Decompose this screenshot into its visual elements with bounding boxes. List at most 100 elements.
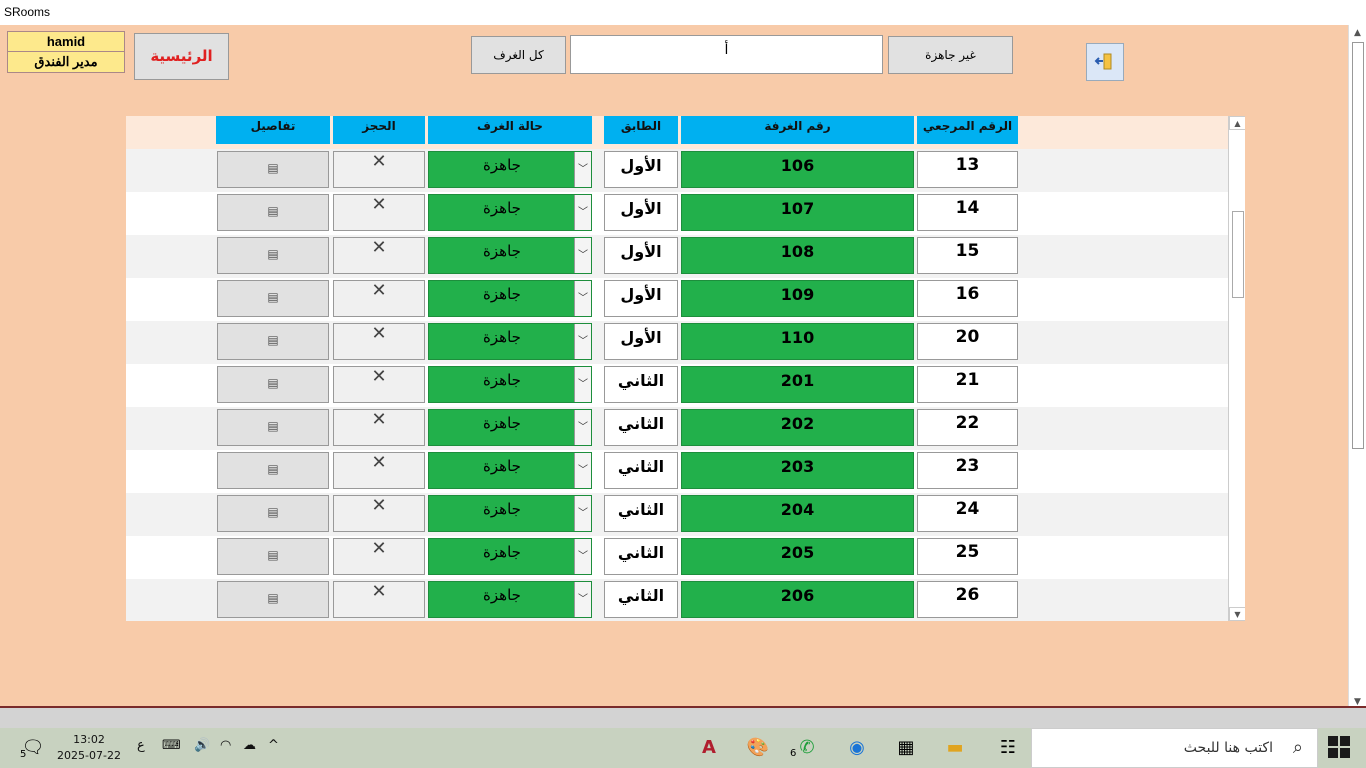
booking-button[interactable]: ✕ — [333, 538, 425, 575]
ref-cell[interactable]: 22 — [917, 409, 1018, 446]
chevron-up-icon[interactable]: ^ — [268, 738, 279, 753]
floor-cell[interactable]: الثاني — [604, 366, 678, 403]
room-number-cell[interactable]: 108 — [681, 237, 914, 274]
booking-button[interactable]: ✕ — [333, 495, 425, 532]
details-button[interactable]: ▤ — [217, 366, 329, 403]
scroll-down-icon[interactable]: ▼ — [1229, 607, 1245, 621]
whatsapp-app-icon[interactable]: ✆ — [792, 733, 822, 763]
room-number-cell[interactable]: 110 — [681, 323, 914, 360]
floor-cell[interactable]: الأول — [604, 237, 678, 274]
home-button[interactable]: الرئيسية — [134, 33, 229, 80]
chevron-down-icon[interactable]: ﹀ — [574, 539, 591, 574]
booking-button[interactable]: ✕ — [333, 323, 425, 360]
access-app-icon[interactable]: A — [694, 733, 724, 763]
language-indicator[interactable]: ع — [137, 738, 145, 753]
calculator-app-icon[interactable]: ▦ — [891, 733, 921, 763]
floor-cell[interactable]: الأول — [604, 323, 678, 360]
details-button[interactable]: ▤ — [217, 280, 329, 317]
status-dropdown[interactable]: جاهزة ﹀ — [428, 366, 592, 403]
floor-cell[interactable]: الثاني — [604, 538, 678, 575]
all-rooms-button[interactable]: كل الغرف — [471, 36, 566, 74]
form-scroll-up-icon[interactable]: ▲ — [1349, 25, 1366, 41]
room-number-cell[interactable]: 206 — [681, 581, 914, 618]
ref-cell[interactable]: 15 — [917, 237, 1018, 274]
room-number-cell[interactable]: 204 — [681, 495, 914, 532]
status-dropdown[interactable]: جاهزة ﹀ — [428, 409, 592, 446]
ref-cell[interactable]: 16 — [917, 280, 1018, 317]
ref-cell[interactable]: 14 — [917, 194, 1018, 231]
scroll-up-icon[interactable]: ▲ — [1229, 116, 1245, 130]
chevron-down-icon[interactable]: ﹀ — [574, 281, 591, 316]
keyboard-icon[interactable]: ⌨ — [162, 738, 181, 753]
chevron-down-icon[interactable]: ﹀ — [574, 152, 591, 187]
chevron-down-icon[interactable]: ﹀ — [574, 453, 591, 488]
ref-cell[interactable]: 23 — [917, 452, 1018, 489]
chevron-down-icon[interactable]: ﹀ — [574, 324, 591, 359]
status-dropdown[interactable]: جاهزة ﹀ — [428, 538, 592, 575]
paint-app-icon[interactable]: 🎨 — [743, 733, 773, 763]
status-dropdown[interactable]: جاهزة ﹀ — [428, 151, 592, 188]
status-dropdown[interactable]: جاهزة ﹀ — [428, 237, 592, 274]
floor-cell[interactable]: الأول — [604, 280, 678, 317]
room-number-cell[interactable]: 205 — [681, 538, 914, 575]
chevron-down-icon[interactable]: ﹀ — [574, 195, 591, 230]
details-button[interactable]: ▤ — [217, 194, 329, 231]
taskbar-search[interactable]: اكتب هنا للبحث ⌕ — [1031, 728, 1318, 768]
status-dropdown[interactable]: جاهزة ﹀ — [428, 194, 592, 231]
ref-cell[interactable]: 21 — [917, 366, 1018, 403]
booking-button[interactable]: ✕ — [333, 194, 425, 231]
floor-cell[interactable]: الأول — [604, 151, 678, 188]
start-button[interactable] — [1328, 736, 1352, 760]
booking-button[interactable]: ✕ — [333, 366, 425, 403]
grid-scrollbar[interactable]: ▲ ▼ — [1228, 116, 1245, 621]
details-button[interactable]: ▤ — [217, 452, 329, 489]
details-button[interactable]: ▤ — [217, 151, 329, 188]
chevron-down-icon[interactable]: ﹀ — [574, 496, 591, 531]
booking-button[interactable]: ✕ — [333, 151, 425, 188]
ref-cell[interactable]: 24 — [917, 495, 1018, 532]
booking-button[interactable]: ✕ — [333, 452, 425, 489]
status-dropdown[interactable]: جاهزة ﹀ — [428, 581, 592, 618]
task-view-icon[interactable]: ☷ — [993, 733, 1023, 763]
room-number-cell[interactable]: 201 — [681, 366, 914, 403]
room-number-cell[interactable]: 107 — [681, 194, 914, 231]
floor-cell[interactable]: الثاني — [604, 495, 678, 532]
status-dropdown[interactable]: جاهزة ﹀ — [428, 280, 592, 317]
floor-cell[interactable]: الأول — [604, 194, 678, 231]
details-button[interactable]: ▤ — [217, 538, 329, 575]
room-number-cell[interactable]: 109 — [681, 280, 914, 317]
status-dropdown[interactable]: جاهزة ﹀ — [428, 323, 592, 360]
not-ready-button[interactable]: غير جاهزة — [888, 36, 1013, 74]
volume-icon[interactable]: 🔊 — [194, 738, 210, 753]
booking-button[interactable]: ✕ — [333, 237, 425, 274]
room-number-cell[interactable]: 106 — [681, 151, 914, 188]
room-number-cell[interactable]: 203 — [681, 452, 914, 489]
clock[interactable]: 13:02 2025-07-22 — [50, 732, 128, 764]
room-number-cell[interactable]: 202 — [681, 409, 914, 446]
search-input[interactable]: أ — [570, 35, 883, 74]
booking-button[interactable]: ✕ — [333, 581, 425, 618]
status-dropdown[interactable]: جاهزة ﹀ — [428, 495, 592, 532]
ref-cell[interactable]: 26 — [917, 581, 1018, 618]
floor-cell[interactable]: الثاني — [604, 581, 678, 618]
ref-cell[interactable]: 20 — [917, 323, 1018, 360]
form-scrollbar[interactable]: ▲ ▼ — [1348, 25, 1366, 710]
booking-button[interactable]: ✕ — [333, 409, 425, 446]
chevron-down-icon[interactable]: ﹀ — [574, 238, 591, 273]
details-button[interactable]: ▤ — [217, 323, 329, 360]
exit-button[interactable] — [1086, 43, 1124, 81]
booking-button[interactable]: ✕ — [333, 280, 425, 317]
status-dropdown[interactable]: جاهزة ﹀ — [428, 452, 592, 489]
details-button[interactable]: ▤ — [217, 581, 329, 618]
details-button[interactable]: ▤ — [217, 237, 329, 274]
wifi-icon[interactable]: ◠ — [220, 738, 231, 753]
grid-scroll-thumb[interactable] — [1232, 211, 1244, 298]
details-button[interactable]: ▤ — [217, 495, 329, 532]
edge-app-icon[interactable]: ◉ — [842, 733, 872, 763]
floor-cell[interactable]: الثاني — [604, 409, 678, 446]
details-button[interactable]: ▤ — [217, 409, 329, 446]
chevron-down-icon[interactable]: ﹀ — [574, 582, 591, 617]
form-scroll-thumb[interactable] — [1352, 42, 1364, 449]
ref-cell[interactable]: 25 — [917, 538, 1018, 575]
chevron-down-icon[interactable]: ﹀ — [574, 367, 591, 402]
